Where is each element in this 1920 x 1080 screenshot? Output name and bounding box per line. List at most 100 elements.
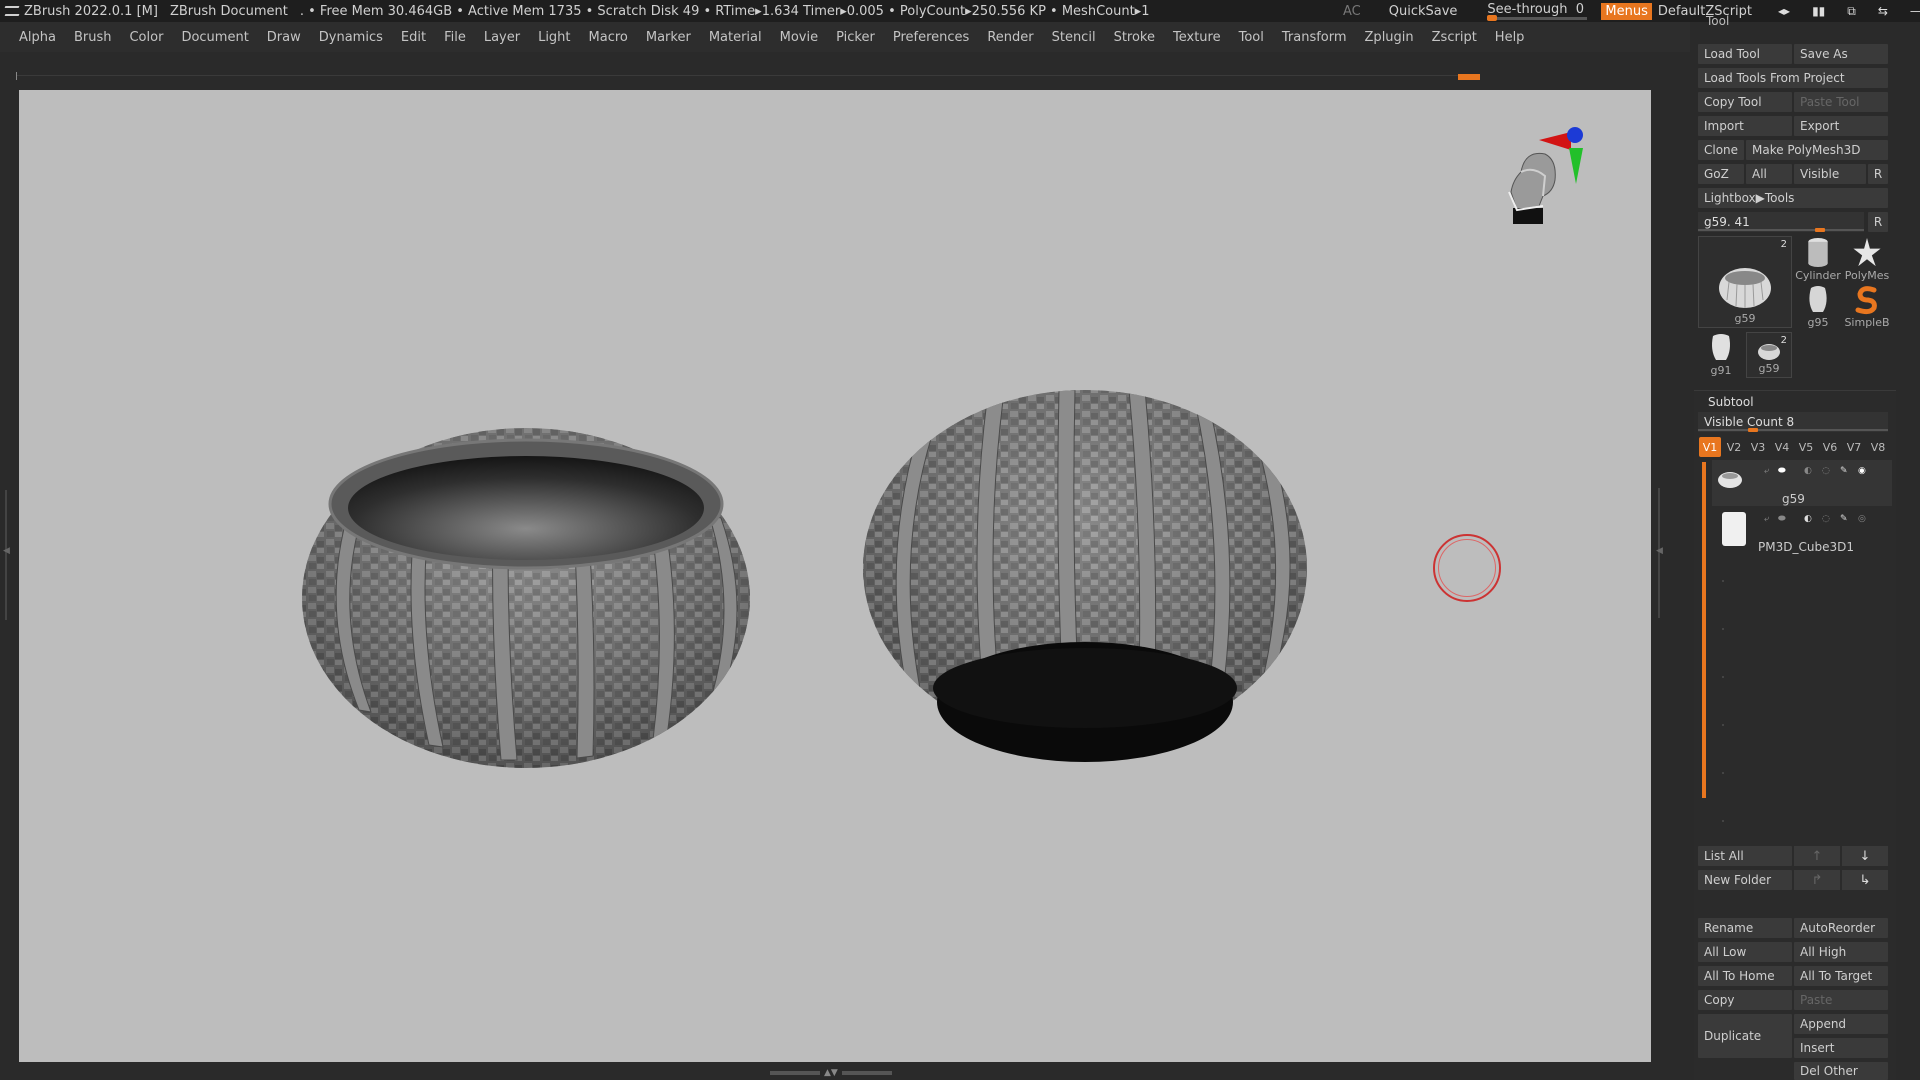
menu-draw[interactable]: Draw — [267, 30, 301, 45]
menu-material[interactable]: Material — [709, 30, 762, 45]
all-to-home-button[interactable]: All To Home — [1698, 966, 1792, 986]
menu-layer[interactable]: Layer — [484, 30, 520, 45]
subtool-eye-icon[interactable]: ◎ — [1858, 514, 1866, 524]
autoreorder-button[interactable]: AutoReorder — [1794, 918, 1888, 938]
x-axis-arrow[interactable] — [1539, 132, 1571, 150]
bowl-right[interactable] — [863, 390, 1307, 762]
menu-texture[interactable]: Texture — [1173, 30, 1221, 45]
restore-layout-icon[interactable]: ⧉ — [1847, 4, 1856, 19]
menu-light[interactable]: Light — [538, 30, 570, 45]
minimize-icon[interactable]: — — [1910, 4, 1920, 19]
goz-all-button[interactable]: All — [1746, 164, 1792, 184]
tool-thumb-simplebrush[interactable]: SimpleB — [1842, 284, 1892, 330]
menu-transform[interactable]: Transform — [1282, 30, 1347, 45]
menu-marker[interactable]: Marker — [646, 30, 691, 45]
version-tab-v5[interactable]: V5 — [1795, 437, 1817, 457]
menu-zplugin[interactable]: Zplugin — [1365, 30, 1414, 45]
menu-render[interactable]: Render — [987, 30, 1033, 45]
duplicate-button[interactable]: Duplicate — [1698, 1014, 1792, 1058]
make-polymesh3d-button[interactable]: Make PolyMesh3D — [1746, 140, 1888, 160]
see-through-slider[interactable]: See-through 0 — [1487, 0, 1591, 22]
menu-picker[interactable]: Picker — [836, 30, 875, 45]
subtool-material-icon[interactable]: ◐ — [1804, 466, 1812, 476]
subtool-fold-icon[interactable]: ⤶ — [1764, 466, 1769, 476]
z-axis-dot[interactable] — [1567, 127, 1583, 143]
ac-label[interactable]: AC — [1343, 4, 1361, 19]
subtool-material-icon[interactable]: ◐ — [1804, 514, 1812, 524]
current-tool-slider-knob[interactable] — [1815, 228, 1825, 232]
menu-stencil[interactable]: Stencil — [1052, 30, 1096, 45]
goz-visible-button[interactable]: Visible — [1794, 164, 1866, 184]
subtool-item-pm3d-cube3d1[interactable]: ⤶ ⬬ ◐ ◌ ✎ ◎ PM3D_Cube3D1 — [1712, 508, 1892, 554]
subtool-pencil-icon[interactable]: ✎ — [1840, 466, 1848, 476]
goz-r-button[interactable]: R — [1868, 164, 1888, 184]
visible-count-knob[interactable] — [1748, 428, 1758, 432]
paste-tool-button[interactable]: Paste Tool — [1794, 92, 1888, 112]
menu-help[interactable]: Help — [1495, 30, 1525, 45]
menu-brush[interactable]: Brush — [74, 30, 112, 45]
load-tools-from-project-button[interactable]: Load Tools From Project — [1698, 68, 1888, 88]
menu-color[interactable]: Color — [129, 30, 163, 45]
export-button[interactable]: Export — [1794, 116, 1888, 136]
subtool-solo-icon[interactable]: ◌ — [1822, 466, 1830, 476]
menu-movie[interactable]: Movie — [780, 30, 818, 45]
canvas-viewport[interactable] — [19, 90, 1651, 1062]
menu-alpha[interactable]: Alpha — [19, 30, 56, 45]
right-shelf-handle[interactable] — [1656, 488, 1664, 618]
subtool-polypaint-icon[interactable]: ⬬ — [1778, 466, 1786, 476]
visible-count-slider[interactable]: Visible Count 8 — [1698, 412, 1888, 432]
navigation-gizmo[interactable] — [1499, 120, 1609, 250]
subtool-solo-icon[interactable]: ◌ — [1822, 514, 1830, 524]
default-zscript-button[interactable]: DefaultZScript — [1658, 4, 1752, 19]
menu-macro[interactable]: Macro — [589, 30, 628, 45]
new-folder-button[interactable]: New Folder — [1698, 870, 1792, 890]
tool-thumb-g59-small[interactable]: 2 g59 — [1746, 332, 1792, 378]
list-all-button[interactable]: List All — [1698, 846, 1792, 866]
menu-zscript[interactable]: Zscript — [1432, 30, 1477, 45]
version-tab-v8[interactable]: V8 — [1867, 437, 1889, 457]
current-tool-r-button[interactable]: R — [1868, 212, 1888, 232]
subtool-fold-icon[interactable]: ⤶ — [1764, 514, 1769, 524]
timeline-strip[interactable] — [0, 52, 1680, 88]
menu-preferences[interactable]: Preferences — [893, 30, 969, 45]
bottom-shelf-handle[interactable]: ▲▼ — [770, 1068, 900, 1078]
append-button[interactable]: Append — [1794, 1014, 1888, 1034]
rename-button[interactable]: Rename — [1698, 918, 1792, 938]
version-tab-v7[interactable]: V7 — [1843, 437, 1865, 457]
left-shelf-handle[interactable] — [3, 490, 11, 620]
menu-stroke[interactable]: Stroke — [1114, 30, 1155, 45]
menus-toggle[interactable]: Menus — [1601, 2, 1652, 20]
subtool-item-g59[interactable]: ⤶ ⬬ ◐ ◌ ✎ ◉ g59 — [1712, 460, 1892, 506]
copy-tool-button[interactable]: Copy Tool — [1698, 92, 1792, 112]
menu-file[interactable]: File — [444, 30, 466, 45]
tool-thumb-g95[interactable]: g95 — [1794, 284, 1842, 330]
menu-tool[interactable]: Tool — [1239, 30, 1264, 45]
bowl-left[interactable] — [302, 428, 750, 768]
dock-toggle-icon[interactable]: ◂▸ — [1778, 4, 1790, 19]
version-tab-v2[interactable]: V2 — [1723, 437, 1745, 457]
goz-button[interactable]: GoZ — [1698, 164, 1744, 184]
clone-button[interactable]: Clone — [1698, 140, 1744, 160]
menu-document[interactable]: Document — [181, 30, 248, 45]
subtool-eye-icon[interactable]: ◉ — [1858, 466, 1866, 476]
menu-dynamics[interactable]: Dynamics — [319, 30, 383, 45]
zbrush-logo-icon[interactable] — [4, 3, 20, 19]
all-to-target-button[interactable]: All To Target — [1794, 966, 1888, 986]
lightbox-tools-button[interactable]: Lightbox▶Tools — [1698, 188, 1888, 208]
tool-palette-title[interactable]: Tool — [1706, 14, 1729, 28]
save-as-button[interactable]: Save As — [1794, 44, 1888, 64]
subtool-polypaint-icon[interactable]: ⬬ — [1778, 514, 1786, 524]
head-icon[interactable] — [1508, 152, 1556, 224]
timeline-marker[interactable] — [1458, 74, 1480, 80]
tool-thumb-g91[interactable]: g91 — [1698, 332, 1744, 378]
layout-icon[interactable]: ▮▮ — [1812, 4, 1825, 19]
subtool-pencil-icon[interactable]: ✎ — [1840, 514, 1848, 524]
see-through-knob[interactable] — [1487, 15, 1498, 21]
copy-subtool-button[interactable]: Copy — [1698, 990, 1792, 1010]
swap-layout-icon[interactable]: ⇆ — [1878, 4, 1888, 19]
del-other-button[interactable]: Del Other — [1794, 1062, 1888, 1080]
all-low-button[interactable]: All Low — [1698, 942, 1792, 962]
paste-subtool-button[interactable]: Paste — [1794, 990, 1888, 1010]
tool-thumb-polymesh[interactable]: PolyMes — [1842, 236, 1892, 282]
move-out-arrow-icon[interactable]: ↱ — [1794, 870, 1840, 890]
